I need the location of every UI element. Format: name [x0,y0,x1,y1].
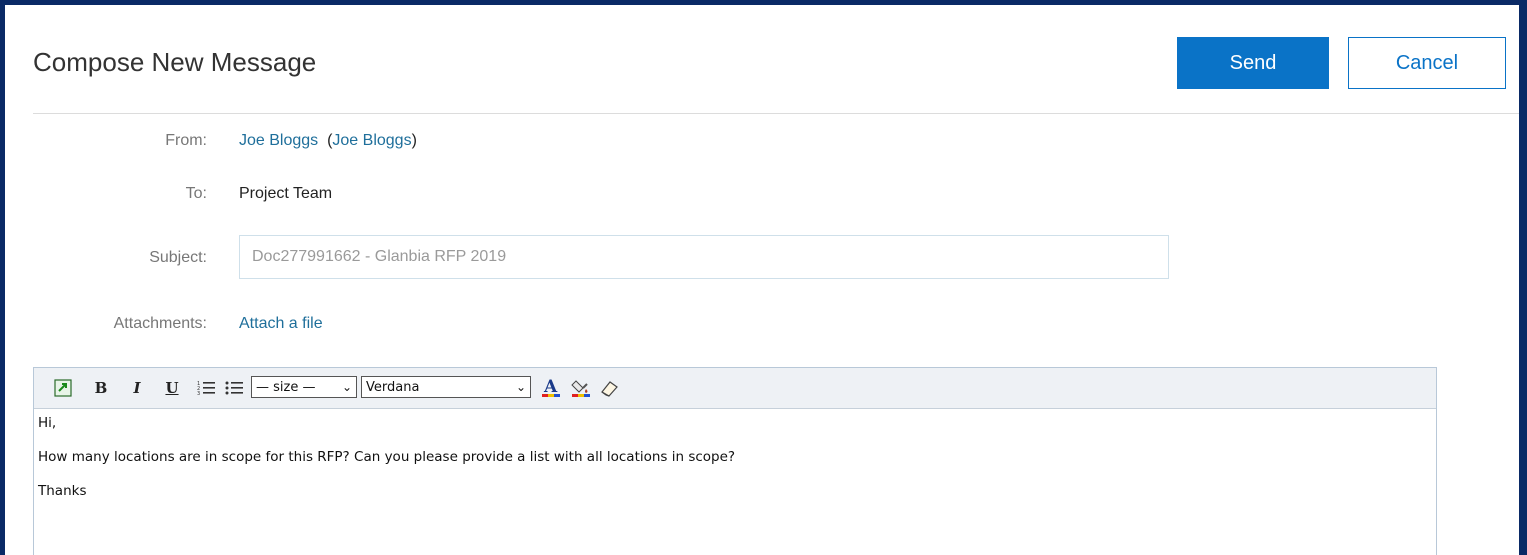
chevron-down-icon: ⌄ [515,380,526,394]
text-color-icon[interactable]: A [540,377,562,399]
from-label: From: [165,132,207,149]
highlight-color-icon[interactable] [570,377,592,399]
chevron-down-icon: ⌄ [341,380,352,394]
page-title: Compose New Message [33,47,317,77]
message-line: Hi, [38,415,57,431]
to-value: Project Team [239,185,333,202]
cancel-button[interactable]: Cancel [1348,37,1506,89]
subject-label: Subject: [149,249,207,266]
font-family-select[interactable]: Verdana ⌄ [361,376,531,398]
underline-button[interactable]: U [162,377,182,399]
send-button[interactable]: Send [1177,37,1329,89]
italic-button[interactable]: I [127,377,147,399]
message-line: How many locations are in scope for this… [38,449,736,465]
svg-text:3: 3 [197,391,200,396]
from-paren-name-link[interactable]: Joe Bloggs [332,132,411,149]
message-editor: B I U 1 2 3 — size — ⌄ Verdana ⌄ A Hi, H… [33,367,1437,555]
attach-file-container: Attach a file [239,315,323,333]
to-label: To: [185,185,207,202]
attachments-label: Attachments: [113,315,207,332]
attach-file-link[interactable]: Attach a file [239,315,323,332]
subject-input[interactable] [239,235,1169,279]
header-divider [33,113,1519,114]
bold-button[interactable]: B [91,377,111,399]
font-size-select[interactable]: — size — ⌄ [251,376,357,398]
font-family-select-value: Verdana [366,379,420,395]
from-name-link[interactable]: Joe Bloggs [239,132,318,149]
message-body[interactable]: Hi, How many locations are in scope for … [34,409,1436,523]
message-line: Thanks [38,483,87,499]
from-value: Joe Bloggs (Joe Bloggs) [239,132,417,149]
font-size-select-value: — size — [256,379,316,395]
editor-toolbar: B I U 1 2 3 — size — ⌄ Verdana ⌄ A [34,368,1436,409]
compose-header: Compose New Message Send Cancel [5,5,1519,113]
eraser-icon[interactable] [598,377,620,399]
unordered-list-icon[interactable] [224,377,244,399]
ordered-list-icon[interactable]: 1 2 3 [196,377,216,399]
html-source-icon[interactable] [52,377,74,399]
compose-window: Compose New Message Send Cancel From: Jo… [5,5,1519,555]
